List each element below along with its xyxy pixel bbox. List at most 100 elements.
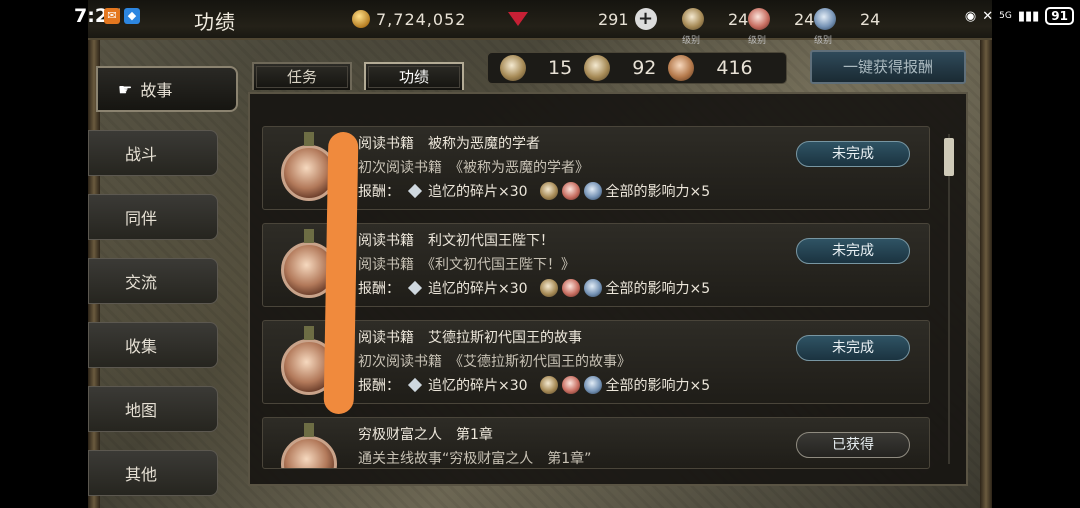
list-item: 阅读书籍 利文初代国王陛下！ 阅读书籍 《利文初代国王陛下！》 报酬： 追忆的碎… xyxy=(262,223,930,307)
claim-all-rewards-button[interactable]: 一键获得报酬 xyxy=(810,50,966,84)
network-type: 5G xyxy=(999,11,1012,21)
battery-indicator: 91 xyxy=(1045,7,1074,25)
achievement-reward: 报酬： 追忆的碎片×30 全部的影响力×5 xyxy=(358,375,710,395)
achievement-description: 阅读书籍 《利文初代国王陛下！》 xyxy=(358,257,575,273)
red-medal-icon xyxy=(561,376,580,394)
gem-display: 291 + xyxy=(508,7,657,31)
sidebar-item-social[interactable]: 交流 xyxy=(88,258,218,304)
list-item: 阅读书籍 艾德拉斯初代国王的故事 初次阅读书籍 《艾德拉斯初代国王的故事》 报酬… xyxy=(262,320,930,404)
sidebar-item-label: 其他 xyxy=(125,465,158,484)
scrollbar-thumb[interactable] xyxy=(944,138,954,176)
sidebar-item-battle[interactable]: 战斗 xyxy=(88,130,218,176)
achievement-title: 阅读书籍 艾德拉斯初代国王的故事 xyxy=(358,330,582,346)
shard-icon xyxy=(407,183,423,199)
tab-label: 任务 xyxy=(256,66,348,88)
level-label: 级别 xyxy=(748,36,767,46)
shard-icon xyxy=(407,280,423,296)
achievement-reward: 报酬： 追忆的碎片×30 全部的影响力×5 xyxy=(358,278,710,298)
gold-amount: 7,724,052 xyxy=(376,9,467,29)
sidebar-item-label: 地图 xyxy=(125,401,158,420)
bronze-medal-count: 416 xyxy=(716,57,753,79)
list-item: 阅读书籍 被称为恶魔的学者 初次阅读书籍 《被称为恶魔的学者》 报酬： 追忆的碎… xyxy=(262,126,930,210)
gold-display: 7,724,052 xyxy=(352,7,466,31)
gold-medal-count: 15 xyxy=(548,57,573,79)
status-button[interactable]: 未完成 xyxy=(796,238,910,264)
status-button[interactable]: 未完成 xyxy=(796,141,910,167)
sidebar-item-map[interactable]: 地图 xyxy=(88,386,218,432)
scrollbar[interactable] xyxy=(944,134,954,464)
medal-level-value: 24 xyxy=(860,9,881,29)
status-button[interactable]: 已获得 xyxy=(796,432,910,458)
add-gems-button[interactable]: + xyxy=(634,8,657,30)
list-item: 穷极财富之人 第1章 通关主线故事“穷极财富之人 第1章” 已获得 xyxy=(262,417,930,469)
medal-level-value: 24 xyxy=(728,9,749,29)
reward-item: 追忆的碎片×30 xyxy=(428,378,528,394)
red-medal-icon xyxy=(561,182,580,200)
silver-medal-icon xyxy=(682,8,704,30)
mute-icon: ✕ xyxy=(982,8,994,24)
bronze-medal-icon xyxy=(668,55,695,81)
silver-medal-icon xyxy=(539,279,558,297)
tab-missions[interactable]: 任务 xyxy=(252,62,352,90)
sidebar-item-label: 交流 xyxy=(125,273,158,292)
gold-medal-icon xyxy=(500,55,526,81)
sidebar-item-label: 故事 xyxy=(140,81,173,100)
medal-level-3: 级别 24 xyxy=(814,7,881,46)
red-medal-icon xyxy=(561,279,580,297)
eye-icon: ◉ xyxy=(964,8,977,24)
medal-level-2: 级别 24 xyxy=(748,7,815,46)
achievement-title: 穷极财富之人 第1章 xyxy=(358,427,493,443)
silver-medal-icon xyxy=(584,55,611,81)
red-medal-icon xyxy=(748,8,770,30)
shard-icon xyxy=(407,377,423,393)
sidebar-item-companion[interactable]: 同伴 xyxy=(88,194,218,240)
level-label: 级别 xyxy=(682,36,701,46)
blue-medal-icon xyxy=(814,8,836,30)
sidebar-item-label: 同伴 xyxy=(125,209,158,228)
status-button[interactable]: 未完成 xyxy=(796,335,910,361)
blue-medal-icon xyxy=(583,279,602,297)
reward-extra: 全部的影响力×5 xyxy=(605,378,711,394)
system-tray: ◉ ✕ 5G ▮▮▮ 91 xyxy=(965,0,1074,32)
achievement-medal-icon xyxy=(281,423,337,468)
page-title: 功绩 xyxy=(194,10,236,34)
sidebar-item-collection[interactable]: 收集 xyxy=(88,322,218,368)
pointing-hand-icon: ☛ xyxy=(118,79,133,99)
reward-label: 报酬： xyxy=(358,184,400,200)
silver-medal-icon xyxy=(539,376,558,394)
tab-label: 功绩 xyxy=(368,66,460,88)
level-label: 级别 xyxy=(814,36,833,46)
achievement-reward: 报酬： 追忆的碎片×30 全部的影响力×5 xyxy=(358,181,710,201)
sidebar-item-story[interactable]: ☛ 故事 xyxy=(96,66,238,112)
achievement-description: 初次阅读书籍 《被称为恶魔的学者》 xyxy=(358,160,589,176)
silver-medal-icon xyxy=(539,182,558,200)
tab-achievements[interactable]: 功绩 xyxy=(364,62,464,90)
silver-medal-count: 92 xyxy=(632,57,657,79)
sidebar-item-label: 收集 xyxy=(125,337,158,356)
achievement-description: 通关主线故事“穷极财富之人 第1章” xyxy=(358,451,592,467)
reward-item: 追忆的碎片×30 xyxy=(428,184,528,200)
gem-icon xyxy=(508,12,528,26)
frame-right xyxy=(980,0,992,508)
signal-icon: ▮▮▮ xyxy=(1017,8,1040,24)
medal-level-1: 级别 24 xyxy=(682,7,749,46)
achievement-description: 初次阅读书籍 《艾德拉斯初代国王的故事》 xyxy=(358,354,631,370)
notification-app-icon: ✉ xyxy=(104,8,120,24)
reward-extra: 全部的影响力×5 xyxy=(605,281,711,297)
notification-icons: ✉ ◆ xyxy=(104,0,140,32)
reward-item: 追忆的碎片×30 xyxy=(428,281,528,297)
sidebar-item-other[interactable]: 其他 xyxy=(88,450,218,496)
achievement-title: 阅读书籍 利文初代国王陛下！ xyxy=(358,233,554,249)
medal-counts: 15 92 416 xyxy=(487,52,787,84)
gold-coin-icon xyxy=(352,10,370,28)
notification-app-icon: ◆ xyxy=(124,8,140,24)
blue-medal-icon xyxy=(583,376,602,394)
medal-level-value: 24 xyxy=(794,9,815,29)
reward-label: 报酬： xyxy=(358,281,400,297)
reward-extra: 全部的影响力×5 xyxy=(605,184,711,200)
reward-label: 报酬： xyxy=(358,378,400,394)
achievement-title: 阅读书籍 被称为恶魔的学者 xyxy=(358,136,540,152)
gem-amount: 291 xyxy=(598,9,629,29)
blue-medal-icon xyxy=(583,182,602,200)
censor-stroke xyxy=(323,131,359,415)
